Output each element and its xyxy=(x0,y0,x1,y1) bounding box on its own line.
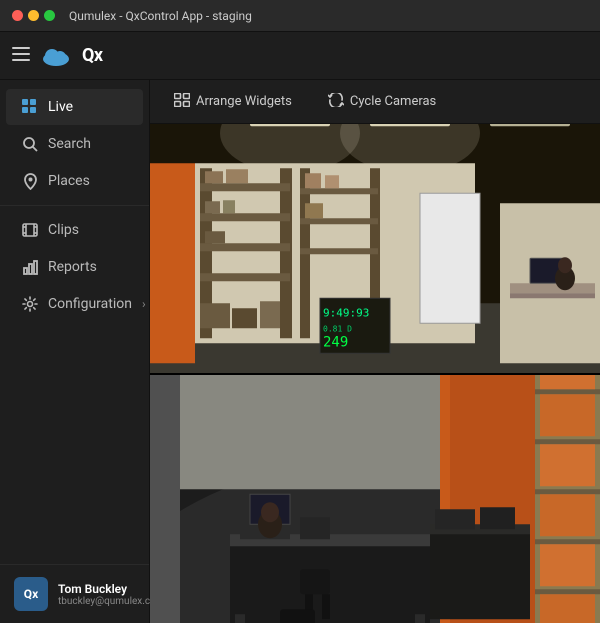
arrange-icon xyxy=(174,93,190,111)
app-container: Qx Live xyxy=(0,32,600,623)
sidebar-item-search-label: Search xyxy=(48,136,91,152)
content-toolbar: Arrange Widgets Cycle Cameras xyxy=(150,80,600,124)
gear-icon xyxy=(22,296,38,312)
chart-icon xyxy=(22,259,38,275)
app-logo: Qx xyxy=(82,45,103,66)
svg-text:249: 249 xyxy=(323,334,348,350)
camera-1-visual: 9:49:93 0.81 D 249 xyxy=(150,124,600,373)
camera-feed-1: 9:49:93 0.81 D 249 xyxy=(150,124,600,373)
sidebar-item-configuration[interactable]: Configuration › xyxy=(6,286,143,322)
title-bar: Qumulex - QxControl App - staging xyxy=(0,0,600,32)
avatar: Qx xyxy=(14,577,48,611)
sidebar-item-clips[interactable]: Clips xyxy=(6,212,143,248)
sidebar-user: Qx Tom Buckley tbuckley@qumulex.com xyxy=(0,564,149,623)
chevron-right-icon: › xyxy=(142,297,146,311)
window-title: Qumulex - QxControl App - staging xyxy=(69,9,252,23)
cycle-cameras-button[interactable]: Cycle Cameras xyxy=(320,89,444,115)
user-info: Tom Buckley tbuckley@qumulex.com xyxy=(58,582,165,607)
maximize-button[interactable] xyxy=(44,10,55,21)
sidebar-item-places[interactable]: Places xyxy=(6,163,143,199)
sidebar-nav: Live Search xyxy=(0,80,149,564)
film-icon xyxy=(22,222,38,238)
arrange-widgets-label: Arrange Widgets xyxy=(196,94,292,109)
sidebar-item-clips-label: Clips xyxy=(48,222,79,238)
camera-feed-2 xyxy=(150,375,600,623)
main-area: Live Search xyxy=(0,80,600,623)
sidebar-item-configuration-label: Configuration xyxy=(48,296,132,312)
user-email: tbuckley@qumulex.com xyxy=(58,596,165,607)
sidebar-item-live-label: Live xyxy=(48,99,73,115)
sidebar-item-reports-label: Reports xyxy=(48,259,97,275)
sidebar-item-search[interactable]: Search xyxy=(6,126,143,162)
top-nav: Qx xyxy=(0,32,600,80)
nav-divider xyxy=(0,205,149,206)
svg-text:9:49:93: 9:49:93 xyxy=(323,306,369,319)
grid-icon xyxy=(22,99,38,115)
window-controls[interactable] xyxy=(12,10,55,21)
search-icon xyxy=(22,136,38,152)
user-name: Tom Buckley xyxy=(58,582,165,596)
sidebar: Live Search xyxy=(0,80,150,623)
cycle-icon xyxy=(328,93,344,111)
cloud-icon xyxy=(42,45,70,67)
sidebar-item-places-label: Places xyxy=(48,173,90,189)
content-area: Arrange Widgets Cycle Cameras xyxy=(150,80,600,623)
camera-grid: 9:49:93 0.81 D 249 xyxy=(150,124,600,623)
minimize-button[interactable] xyxy=(28,10,39,21)
sidebar-item-reports[interactable]: Reports xyxy=(6,249,143,285)
hamburger-icon[interactable] xyxy=(12,47,30,65)
svg-text:0.81 D: 0.81 D xyxy=(323,324,352,333)
sidebar-item-live[interactable]: Live xyxy=(6,89,143,125)
cycle-cameras-label: Cycle Cameras xyxy=(350,94,436,109)
pin-icon xyxy=(22,173,38,189)
arrange-widgets-button[interactable]: Arrange Widgets xyxy=(166,89,300,115)
close-button[interactable] xyxy=(12,10,23,21)
camera-2-visual xyxy=(150,375,600,623)
